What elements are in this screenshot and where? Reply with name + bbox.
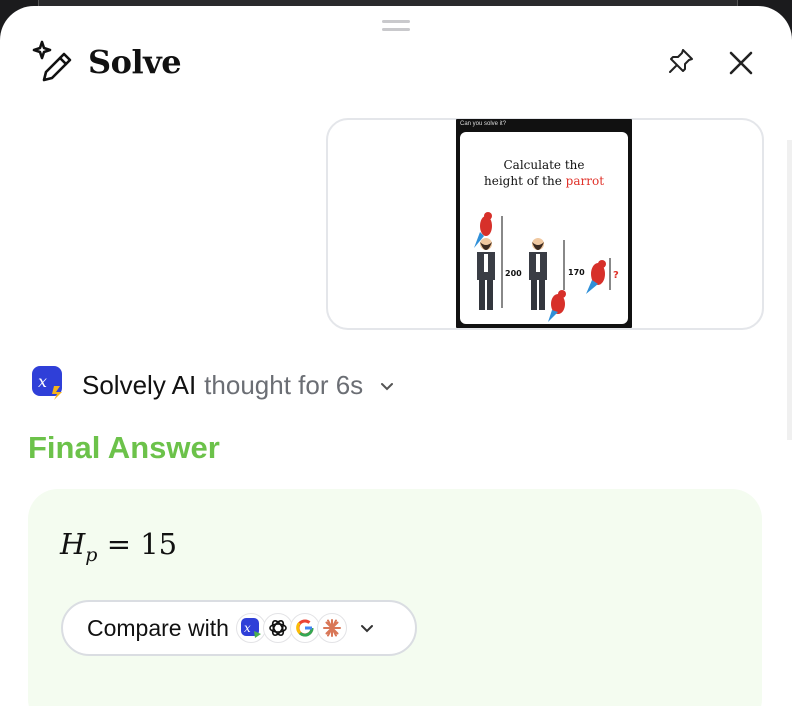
- chevron-down-icon: [381, 382, 394, 390]
- svg-text:x: x: [244, 621, 251, 635]
- label-200: 200: [505, 269, 522, 278]
- puzzle-image: Can you solve it? Calculate the height o…: [456, 119, 632, 328]
- close-button[interactable]: [724, 46, 758, 80]
- svg-text:x: x: [38, 372, 47, 391]
- page-title: Solve: [88, 43, 182, 81]
- chevron-down-icon: [360, 625, 373, 633]
- panel-header: Solve: [30, 38, 182, 87]
- pin-icon: [669, 49, 693, 73]
- final-answer-heading: Final Answer: [28, 430, 220, 465]
- man-middle: [529, 238, 547, 310]
- thought-toggle[interactable]: x Solvely AI thought for 6s: [32, 366, 395, 405]
- answer-box: Hp = 15 Compare with x: [28, 489, 762, 706]
- image-question-line-1: Calculate the: [503, 158, 585, 172]
- ai-name: Solvely AI: [82, 370, 197, 400]
- scrollbar[interactable]: [787, 140, 792, 440]
- answer-formula: Hp = 15: [60, 527, 178, 566]
- compare-label: Compare with: [87, 614, 229, 641]
- pin-button[interactable]: [664, 44, 698, 78]
- puzzle-illustration: 200 170 ?: [474, 212, 619, 322]
- drag-handle[interactable]: [382, 20, 410, 38]
- image-corner-text: Can you solve it?: [460, 121, 507, 127]
- close-icon: [729, 51, 753, 75]
- label-unknown: ?: [613, 270, 619, 281]
- compare-with-button[interactable]: Compare with x: [61, 600, 417, 656]
- solve-panel: Solve Can you solve it? Calculate the he…: [0, 6, 792, 706]
- chatgpt-logo-icon: [262, 613, 293, 643]
- claude-logo-icon: [316, 613, 347, 643]
- label-170: 170: [568, 268, 585, 277]
- parrot-bottom: [548, 290, 566, 322]
- thought-status: thought for 6s: [204, 370, 364, 400]
- man-left: [477, 238, 495, 310]
- solvely-logo-icon: x: [235, 613, 266, 643]
- question-image-card[interactable]: Can you solve it? Calculate the height o…: [326, 118, 764, 330]
- parrot-right: [586, 260, 606, 294]
- sparkle-pen-icon: [30, 38, 74, 87]
- google-logo-icon: [289, 613, 320, 643]
- image-question-line-2: height of the parrot: [483, 174, 605, 188]
- solvely-logo-icon: x: [32, 366, 66, 405]
